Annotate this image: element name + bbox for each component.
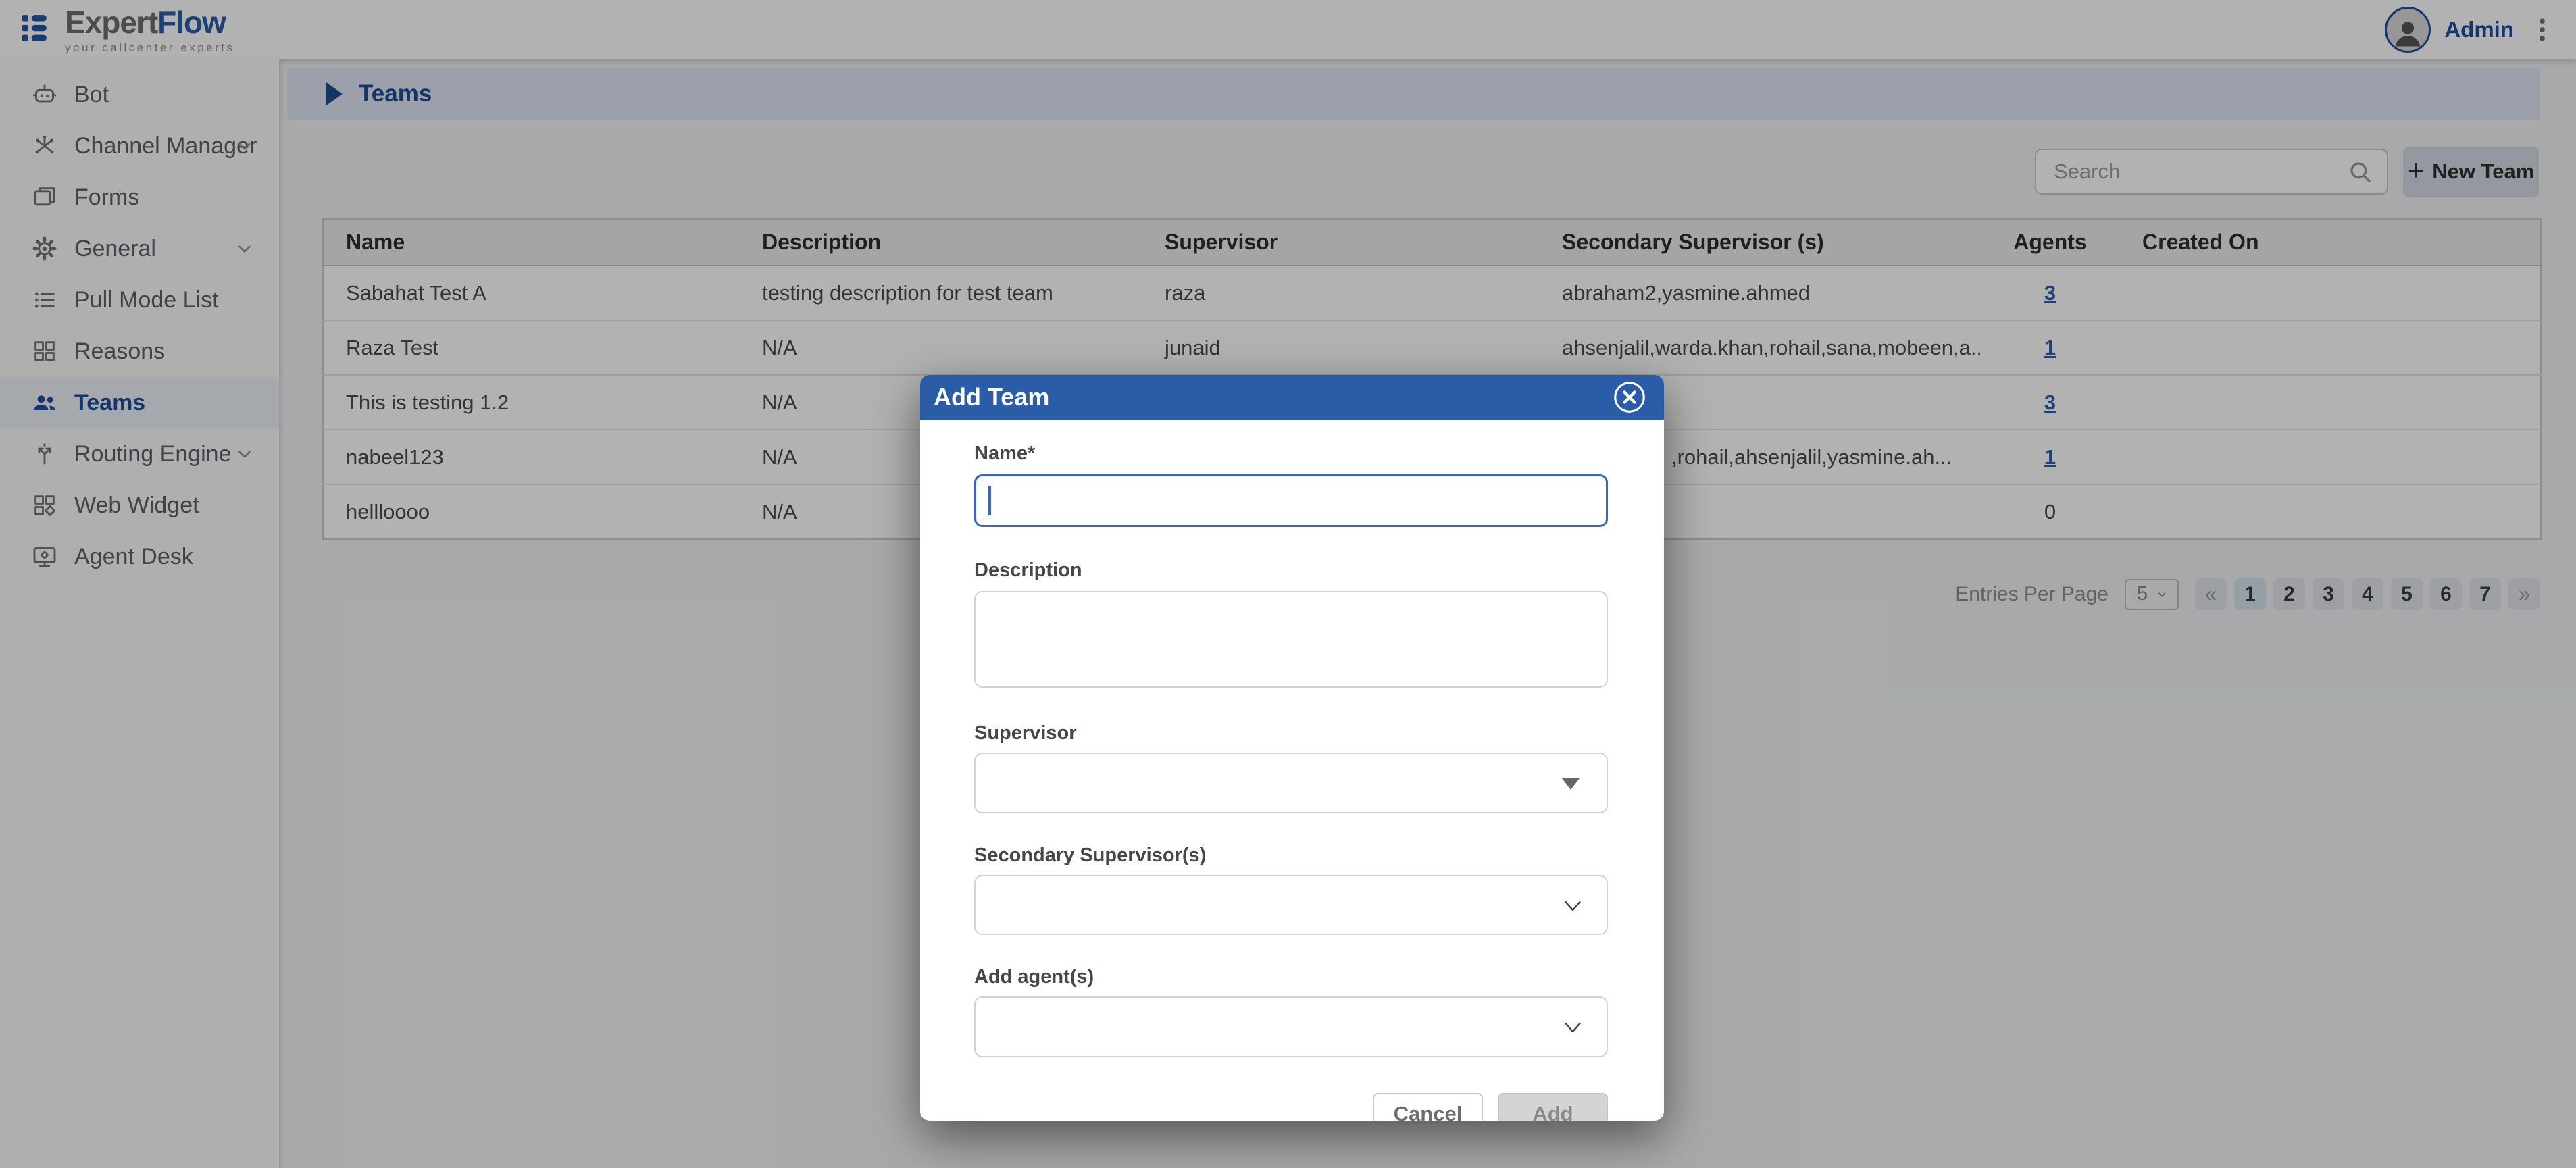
close-icon[interactable] xyxy=(1613,380,1646,414)
caret-down-icon xyxy=(1562,778,1580,790)
text-cursor xyxy=(988,486,991,515)
secondary-supervisor-select[interactable] xyxy=(974,875,1608,935)
add-agents-label: Add agent(s) xyxy=(974,966,1608,988)
cancel-button[interactable]: Cancel xyxy=(1373,1093,1483,1121)
supervisor-select[interactable] xyxy=(974,753,1608,813)
modal-header: Add Team xyxy=(920,375,1664,420)
chevron-down-icon xyxy=(1561,1015,1585,1040)
team-description-textarea[interactable] xyxy=(974,591,1608,688)
supervisor-label: Supervisor xyxy=(974,722,1608,744)
add-agents-select[interactable] xyxy=(974,996,1608,1057)
modal-title: Add Team xyxy=(934,383,1049,411)
chevron-down-icon xyxy=(1561,894,1585,918)
team-name-input[interactable] xyxy=(974,474,1608,527)
add-button[interactable]: Add xyxy=(1498,1093,1608,1121)
description-label: Description xyxy=(974,559,1608,582)
name-label: Name* xyxy=(974,442,1608,465)
secondary-supervisor-label: Secondary Supervisor(s) xyxy=(974,844,1608,867)
add-team-modal: Add Team Name* Description Supervisor Se… xyxy=(920,375,1664,1121)
